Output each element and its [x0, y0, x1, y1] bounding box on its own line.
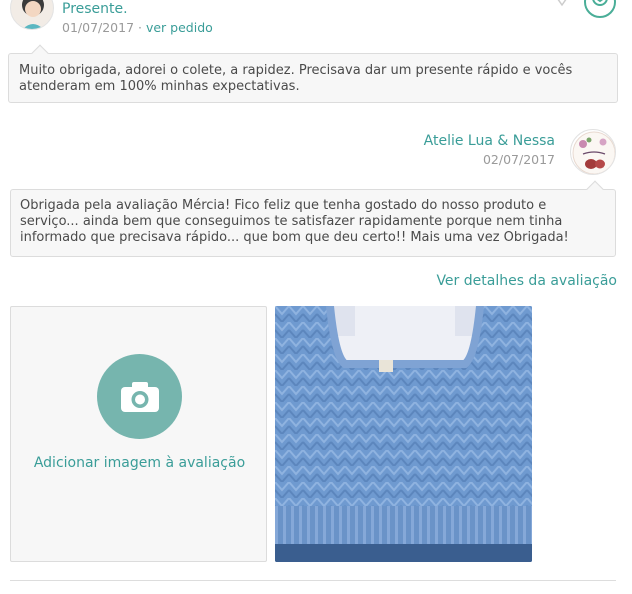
review-photo[interactable] — [275, 306, 532, 562]
meta-separator: · — [134, 20, 146, 35]
buyer-review-bubble: Muito obrigada, adorei o colete, a rapid… — [8, 44, 618, 103]
camera-button[interactable] — [97, 354, 182, 439]
view-order-link[interactable]: ver pedido — [146, 20, 213, 35]
seller-reply-bubble: Obrigada pela avaliação Mércia! Fico fel… — [10, 180, 616, 257]
seller-name[interactable]: Atelie Lua & Nessa — [424, 133, 555, 149]
buyer-review-text: Muito obrigada, adorei o colete, a rapid… — [19, 63, 573, 94]
buyer-meta: 01/07/2017 · ver pedido — [62, 20, 213, 35]
add-image-button[interactable]: Adicionar imagem à avaliação — [10, 306, 267, 562]
seller-reply-text: Obrigada pela avaliação Mércia! Fico fel… — [20, 198, 569, 245]
camera-icon — [120, 381, 159, 412]
buyer-date: 01/07/2017 — [62, 20, 135, 35]
buyer-name[interactable]: Presente. — [62, 1, 128, 17]
section-divider — [10, 580, 616, 581]
buyer-avatar[interactable] — [10, 0, 54, 30]
seller-avatar[interactable] — [570, 129, 616, 175]
seller-date: 02/07/2017 — [482, 152, 555, 167]
add-image-label: Adicionar imagem à avaliação — [33, 455, 246, 471]
checkmark-circle-icon — [584, 0, 616, 18]
heart-outline-icon[interactable] — [553, 0, 571, 8]
bubble-caret — [31, 44, 49, 62]
bubble-caret — [586, 180, 604, 198]
review-details-link[interactable]: Ver detalhes da avaliação — [436, 273, 617, 289]
